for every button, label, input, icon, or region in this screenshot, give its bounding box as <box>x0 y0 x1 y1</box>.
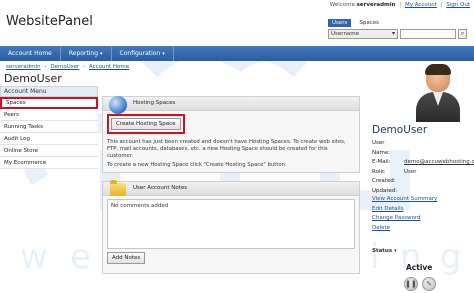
menu-item-my-ecommerce[interactable]: My Ecommerce <box>0 157 98 169</box>
hosting-spaces-title: Hosting Spaces <box>133 100 176 106</box>
nav-reporting[interactable]: Reporting ▾ <box>61 46 112 61</box>
edit-icon[interactable]: ✎ <box>422 277 436 291</box>
hosting-spaces-hint: To create a new Hosting Space click "Cre… <box>107 162 287 168</box>
breadcrumb-serveradmin[interactable]: serveradmin <box>6 64 41 70</box>
view-account-summary-link[interactable]: View Account Summary <box>372 195 437 205</box>
email-label: E-Mail: <box>372 159 391 166</box>
breadcrumb-account-home[interactable]: Account Home <box>89 64 129 70</box>
search-tabs: Users Spaces <box>328 19 381 27</box>
menu-item-spaces[interactable]: Spaces <box>0 97 98 109</box>
welcome-bar: Welcome serveradmin | My Account | Sign … <box>330 2 470 8</box>
notes-content: No comments added <box>107 199 355 249</box>
avatar-hair <box>425 64 451 75</box>
nav-configuration[interactable]: Configuration ▾ <box>112 46 174 61</box>
main-navbar: Account Home Reporting ▾ Configuration ▾ <box>0 46 474 61</box>
create-hosting-space-button[interactable]: Create Hosting Space <box>111 118 181 130</box>
change-password-link[interactable]: Change Password <box>372 214 437 224</box>
tab-users[interactable]: Users <box>328 19 352 27</box>
account-menu-title: Account Menu <box>0 86 98 97</box>
profile-details: User Name: E-Mail: demo@accuwebhosting.co… <box>372 139 474 197</box>
role-label: Role: <box>372 168 386 175</box>
app-logo: WebsitePanel <box>6 14 93 29</box>
hosting-spaces-header: Hosting Spaces <box>103 96 359 114</box>
search-icon[interactable]: ⌕ <box>458 29 467 39</box>
avatar <box>416 64 460 122</box>
email-link[interactable]: demo@accuwebhosting.com <box>404 158 474 168</box>
breadcrumb-separator: › <box>44 64 47 70</box>
pause-icon[interactable]: ❚❚ <box>404 277 418 291</box>
profile-row: E-Mail: demo@accuwebhosting.com <box>372 158 474 168</box>
nav-configuration-label: Configuration <box>119 50 161 57</box>
chevron-down-icon: ▾ <box>162 51 165 57</box>
search-input[interactable] <box>400 29 456 39</box>
chevron-down-icon: ▾ <box>394 248 397 254</box>
role-value: User <box>404 168 417 175</box>
page-title: DemoUser <box>4 72 62 85</box>
profile-name: DemoUser <box>372 124 428 136</box>
svg-text:e: e <box>70 237 91 277</box>
breadcrumb: serveradmin › DemoUser › Account Home <box>6 64 129 70</box>
welcome-text: Welcome <box>329 2 355 8</box>
account-notes-title: User Account Notes <box>133 185 188 191</box>
search-field-select[interactable]: Username <box>328 29 398 39</box>
breadcrumb-separator: › <box>83 64 86 70</box>
nav-account-home[interactable]: Account Home <box>0 46 61 61</box>
account-notes-header: User Account Notes <box>103 180 359 196</box>
create-button-highlight: Create Hosting Space <box>107 114 185 134</box>
breadcrumb-demouser[interactable]: DemoUser <box>50 64 79 70</box>
created-label: Created: <box>372 178 396 185</box>
chevron-down-icon: ▾ <box>100 51 103 57</box>
profile-row: Role: User <box>372 168 474 178</box>
tab-spaces[interactable]: Spaces <box>357 19 381 27</box>
profile-row: Created: <box>372 177 474 187</box>
globe-icon <box>109 96 127 114</box>
folder-icon <box>110 180 126 196</box>
separator: | <box>399 2 402 8</box>
delete-link[interactable]: Delete <box>372 224 437 234</box>
search-bar: Username ⌕ <box>328 29 467 39</box>
status-section: Status ▾ <box>372 248 397 254</box>
add-notes-button[interactable]: Add Notes <box>107 252 146 264</box>
username-label: User Name: <box>372 140 391 156</box>
sign-out-link[interactable]: Sign Out <box>446 2 470 8</box>
status-label: Status <box>372 248 393 254</box>
hosting-spaces-body: Create Hosting Space This account has ju… <box>103 111 359 172</box>
edit-details-link[interactable]: Edit Details <box>372 205 437 215</box>
user-profile: DemoUser User Name: E-Mail: demo@accuwebh… <box>368 62 474 293</box>
menu-item-running-tasks[interactable]: Running Tasks <box>0 121 98 133</box>
profile-actions: View Account Summary Edit Details Change… <box>372 195 437 233</box>
separator: | <box>440 2 443 8</box>
account-menu: Account Menu Spaces Peers Running Tasks … <box>0 86 98 196</box>
hosting-spaces-info: This account has just been created and d… <box>107 139 346 159</box>
status-value: Active <box>406 263 433 272</box>
profile-row: User Name: <box>372 139 474 158</box>
menu-item-audit-log[interactable]: Audit Log <box>0 133 98 145</box>
menu-item-peers[interactable]: Peers <box>0 109 98 121</box>
svg-text:w: w <box>20 237 48 277</box>
top-header: WebsitePanel Welcome serveradmin | My Ac… <box>0 0 474 46</box>
current-username: serveradmin <box>356 2 396 8</box>
account-notes-body: No comments added Add Notes <box>103 196 359 267</box>
account-notes-panel: User Account Notes No comments added Add… <box>102 180 360 274</box>
hosting-spaces-panel: Hosting Spaces Create Hosting Space This… <box>102 96 360 173</box>
my-account-link[interactable]: My Account <box>405 2 437 8</box>
menu-item-online-store[interactable]: Online Store <box>0 145 98 157</box>
nav-reporting-label: Reporting <box>68 50 99 57</box>
